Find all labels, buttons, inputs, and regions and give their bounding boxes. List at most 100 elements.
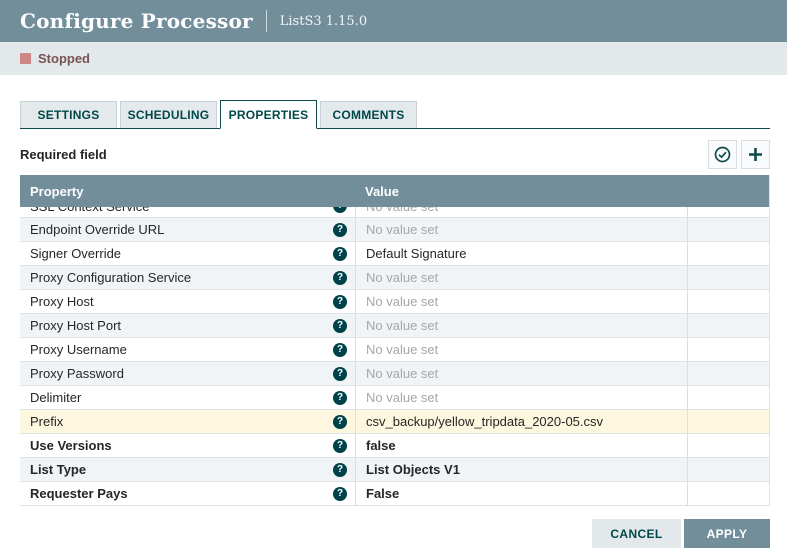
row-empty-cell: [687, 362, 769, 385]
help-icon[interactable]: ?: [333, 295, 347, 309]
property-name-cell: Delimiter?: [20, 386, 355, 409]
property-name: SSL Context Service: [30, 207, 149, 214]
verify-properties-button[interactable]: [708, 140, 737, 169]
verify-check-circle-icon: [714, 146, 731, 163]
footer-buttons: CANCEL APPLY: [592, 519, 770, 548]
row-empty-cell: [687, 290, 769, 313]
row-empty-cell: [687, 338, 769, 361]
add-property-plus-icon: [748, 147, 763, 162]
property-name-cell: List Type?: [20, 458, 355, 481]
property-name: Delimiter: [30, 390, 81, 405]
help-icon[interactable]: ?: [333, 247, 347, 261]
tab-scheduling[interactable]: SCHEDULING: [120, 101, 217, 128]
property-name: Proxy Username: [30, 342, 127, 357]
property-name: Proxy Host: [30, 294, 94, 309]
property-value-cell[interactable]: csv_backup/yellow_tripdata_2020-05.csv: [355, 410, 687, 433]
column-header-value: Value: [355, 184, 687, 199]
property-value-cell[interactable]: false: [355, 434, 687, 457]
property-name-cell: Use Versions?: [20, 434, 355, 457]
property-name-cell: Endpoint Override URL?: [20, 218, 355, 241]
property-name: Signer Override: [30, 246, 121, 261]
property-name: Proxy Host Port: [30, 318, 121, 333]
help-icon[interactable]: ?: [333, 487, 347, 501]
help-icon[interactable]: ?: [333, 463, 347, 477]
property-name-cell: Proxy Configuration Service?: [20, 266, 355, 289]
property-value-cell[interactable]: No value set: [355, 207, 687, 218]
property-value-cell[interactable]: No value set: [355, 218, 687, 241]
table-row: Use Versions?false: [20, 434, 769, 458]
table-row: Signer Override?Default Signature: [20, 242, 769, 266]
property-value-cell[interactable]: No value set: [355, 266, 687, 289]
required-field-label: Required field: [20, 147, 107, 162]
property-value-cell[interactable]: No value set: [355, 314, 687, 337]
row-empty-cell: [687, 218, 769, 241]
row-empty-cell: [687, 314, 769, 337]
property-name: Proxy Configuration Service: [30, 270, 191, 285]
processor-name-version: ListS3 1.15.0: [280, 14, 367, 29]
property-value-cell[interactable]: No value set: [355, 290, 687, 313]
tab-comments[interactable]: COMMENTS: [320, 101, 417, 128]
table-row: Proxy Username? No value set: [20, 338, 769, 362]
table-toolbar-row: Required field: [20, 140, 770, 169]
row-empty-cell: [687, 207, 769, 218]
table-row: Proxy Host?No value set: [20, 290, 769, 314]
properties-table: Property Value SSL Context Service?No va…: [20, 175, 770, 506]
row-empty-cell: [687, 434, 769, 457]
help-icon[interactable]: ?: [333, 343, 347, 357]
property-name-cell: Proxy Password?: [20, 362, 355, 385]
status-label: Stopped: [38, 51, 90, 66]
row-empty-cell: [687, 242, 769, 265]
property-value-cell[interactable]: No value set: [355, 338, 687, 361]
property-name: Proxy Password: [30, 366, 124, 381]
help-icon[interactable]: ?: [333, 367, 347, 381]
table-row: Delimiter?No value set: [20, 386, 769, 410]
property-name-cell: Prefix?: [20, 410, 355, 433]
property-value-cell[interactable]: Default Signature: [355, 242, 687, 265]
property-name: Prefix: [30, 414, 63, 429]
help-icon[interactable]: ?: [333, 271, 347, 285]
property-toolbar: [704, 140, 770, 169]
property-value-cell[interactable]: List Objects V1: [355, 458, 687, 481]
add-property-button[interactable]: [741, 140, 770, 169]
help-icon[interactable]: ?: [333, 207, 347, 213]
property-value-cell[interactable]: False: [355, 482, 687, 505]
table-body: Endpoint Override URL?No value setSigner…: [20, 218, 769, 506]
help-icon[interactable]: ?: [333, 439, 347, 453]
property-value-cell[interactable]: No value set: [355, 362, 687, 385]
help-icon[interactable]: ?: [333, 223, 347, 237]
row-empty-cell: [687, 410, 769, 433]
property-name-cell: SSL Context Service?: [20, 207, 355, 218]
property-name-cell: Signer Override?: [20, 242, 355, 265]
help-icon[interactable]: ?: [333, 415, 347, 429]
tab-bar: SETTINGSSCHEDULINGPROPERTIESCOMMENTS: [20, 100, 770, 129]
tab-settings[interactable]: SETTINGS: [20, 101, 117, 128]
property-name-cell: Proxy Host?: [20, 290, 355, 313]
help-icon[interactable]: ?: [333, 391, 347, 405]
dialog-header: Configure Processor ListS3 1.15.0: [0, 0, 787, 42]
tab-properties[interactable]: PROPERTIES: [220, 100, 317, 129]
help-icon[interactable]: ?: [333, 319, 347, 333]
column-header-property: Property: [20, 184, 355, 199]
table-row: SSL Context Service?No value set: [20, 207, 769, 218]
property-name: List Type: [30, 462, 86, 477]
cancel-button[interactable]: CANCEL: [592, 519, 681, 548]
apply-button[interactable]: APPLY: [684, 519, 770, 548]
dialog-content: SETTINGSSCHEDULINGPROPERTIESCOMMENTS Req…: [0, 100, 787, 506]
property-value-cell[interactable]: No value set: [355, 386, 687, 409]
table-row: Proxy Configuration Service?No value set: [20, 266, 769, 290]
table-row: Endpoint Override URL?No value set: [20, 218, 769, 242]
row-empty-cell: [687, 386, 769, 409]
dialog-title: Configure Processor: [20, 9, 253, 33]
row-empty-cell: [687, 266, 769, 289]
table-row: Requester Pays? False: [20, 482, 769, 506]
stopped-status-icon: [20, 53, 31, 64]
row-empty-cell: [687, 482, 769, 505]
table-row: Prefix?csv_backup/yellow_tripdata_2020-0…: [20, 410, 769, 434]
scrolled-partial-row: SSL Context Service?No value set: [20, 207, 769, 218]
table-row: Proxy Host Port? No value set: [20, 314, 769, 338]
property-name: Endpoint Override URL: [30, 222, 164, 237]
title-separator: [266, 10, 267, 32]
table-row: Proxy Password?No value set: [20, 362, 769, 386]
table-row: List Type?List Objects V1: [20, 458, 769, 482]
property-name: Requester Pays: [30, 486, 128, 501]
